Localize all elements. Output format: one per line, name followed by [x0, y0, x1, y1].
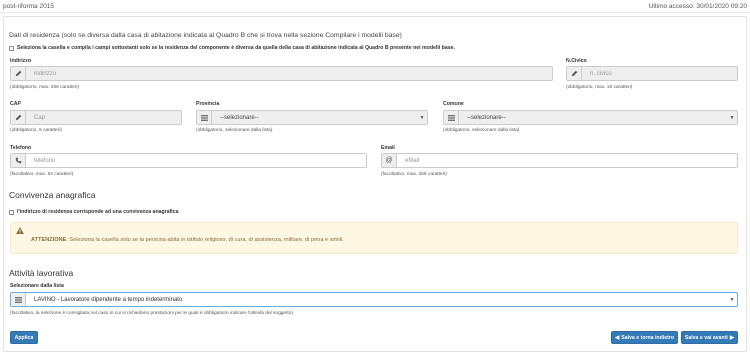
arrow-right-circle-icon: ▶ — [729, 334, 735, 341]
list-icon — [11, 293, 26, 306]
attivita-select[interactable]: LAVINO - Lavoratore dipendente a tempo i… — [10, 292, 738, 307]
applica-button-label: Applica — [14, 334, 34, 341]
save-next-button[interactable]: Salva e vai avanti ▶ — [681, 331, 738, 344]
email-input[interactable]: eMail — [397, 154, 737, 167]
convivenza-checkbox-row: l'indirizzo di residenza corrisponde ad … — [9, 209, 179, 215]
top-bar: post-riforma 2015 Ultimo accesso: 30/01/… — [0, 0, 750, 13]
pencil-icon — [11, 111, 26, 124]
warning-strong: ATTENZIONE — [31, 237, 67, 243]
civico-label: N.Civico — [566, 58, 587, 64]
save-back-button-label: Salva e torna indietro — [621, 334, 674, 341]
attivita-help: (facoltativo, la selezione è consigliata… — [10, 311, 294, 316]
indirizzo-input[interactable]: indirizzo — [26, 67, 552, 80]
civico-help: (obbligatorio, max. 16 caratteri) — [566, 85, 633, 90]
applica-button[interactable]: Applica — [10, 331, 38, 344]
cap-input[interactable]: Cap — [26, 111, 181, 124]
attivita-value: LAVINO - Lavoratore dipendente a tempo i… — [34, 296, 183, 303]
telefono-help: (facoltativo, max. 64 caratteri) — [10, 172, 74, 177]
residenza-checkbox-label: Seleziona la casella e compila i campi s… — [17, 45, 455, 51]
list-icon — [197, 111, 212, 124]
last-access: Ultimo accesso: 30/01/2020 09:20 — [648, 3, 747, 10]
comune-label: Comune — [443, 101, 464, 107]
telefono-input[interactable]: telefono — [26, 154, 366, 167]
provincia-help: (obbligatorio, selezionare dalla lista) — [196, 128, 273, 133]
warning-alert: ATTENZIONE: Seleziona la casella solo se… — [10, 222, 738, 254]
telefono-field[interactable]: telefono — [10, 153, 367, 168]
comune-value: --selezionare-- — [467, 114, 506, 121]
list-icon — [444, 111, 459, 124]
provincia-label: Provincia — [196, 101, 220, 107]
convivenza-checkbox-label: l'indirizzo di residenza corrisponde ad … — [17, 209, 179, 215]
provincia-select[interactable]: --selezionare-- ▼ — [196, 110, 428, 125]
convivenza-checkbox[interactable] — [9, 209, 14, 215]
warning-message: ATTENZIONE: Seleziona la casella solo se… — [31, 237, 344, 243]
civico-field[interactable]: n. civico — [566, 66, 738, 81]
at-icon: @ — [382, 154, 397, 167]
residenza-intro: Dati di residenza (solo se diversa dalla… — [9, 32, 402, 39]
save-back-button[interactable]: ◀ Salva e torna indietro — [611, 331, 678, 344]
warning-text: : Seleziona la casella solo se la person… — [66, 237, 344, 243]
comune-select[interactable]: --selezionare-- ▼ — [443, 110, 738, 125]
indirizzo-help: (obbligatorio, max. 256 caratteri) — [10, 85, 80, 90]
chevron-down-icon: ▼ — [729, 114, 735, 121]
comune-help: (obbligatorio, selezionare dalla lista) — [443, 128, 520, 133]
save-next-button-label: Salva e vai avanti — [684, 334, 728, 341]
chevron-down-icon: ▼ — [729, 296, 735, 303]
indirizzo-field[interactable]: indirizzo — [10, 66, 553, 81]
attivita-title: Attività lavorativa — [9, 268, 74, 278]
phone-icon — [11, 154, 26, 167]
arrow-left-circle-icon: ◀ — [615, 334, 620, 341]
civico-input[interactable]: n. civico — [582, 67, 737, 80]
email-help: (facoltativo, max. 256 caratteri) — [381, 172, 447, 177]
cap-label: CAP — [10, 101, 21, 107]
app-title: post-riforma 2015 — [3, 3, 54, 10]
cap-field[interactable]: Cap — [10, 110, 182, 125]
pencil-icon — [567, 67, 582, 80]
convivenza-title: Convivenza anagrafica — [9, 190, 96, 200]
email-field[interactable]: @ eMail — [381, 153, 738, 168]
attivita-label: Selezionare dalla lista — [10, 283, 64, 289]
indirizzo-label: Indirizzo — [10, 58, 32, 64]
residenza-checkbox-row: Seleziona la casella e compila i campi s… — [9, 45, 455, 51]
cap-help: (obbligatorio, 5 caratteri) — [10, 128, 62, 133]
telefono-label: Telefono — [10, 145, 32, 151]
provincia-value: --selezionare-- — [220, 114, 259, 121]
residenza-checkbox[interactable] — [9, 45, 14, 51]
email-label: Email — [381, 145, 395, 151]
warning-icon — [16, 227, 24, 234]
chevron-down-icon: ▼ — [419, 114, 425, 121]
pencil-icon — [11, 67, 26, 80]
